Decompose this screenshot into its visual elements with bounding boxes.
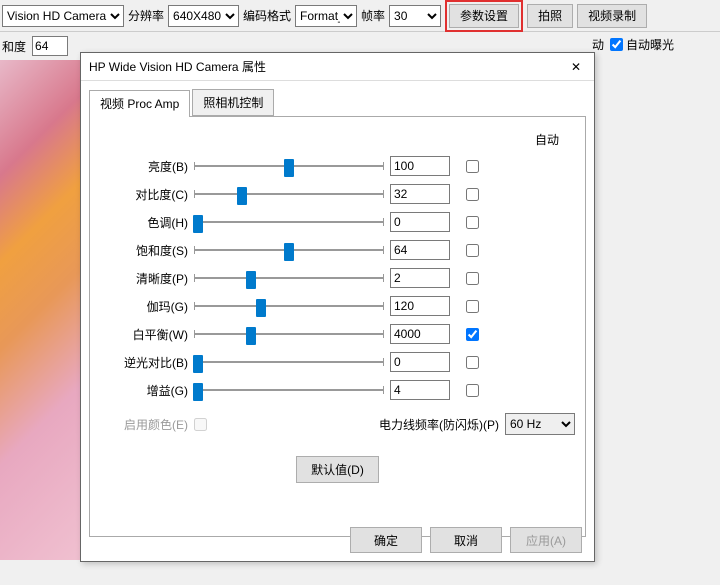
property-auto-checkbox[interactable] — [466, 300, 479, 313]
property-auto-checkbox[interactable] — [466, 244, 479, 257]
property-slider[interactable] — [194, 381, 384, 399]
property-slider[interactable] — [194, 325, 384, 343]
defaults-button[interactable]: 默认值(D) — [296, 456, 379, 483]
cancel-button[interactable]: 取消 — [430, 527, 502, 553]
property-auto-checkbox[interactable] — [466, 328, 479, 341]
property-value-input[interactable] — [390, 296, 450, 316]
tab-camera-control[interactable]: 照相机控制 — [192, 89, 274, 116]
fps-label: 帧率 — [361, 7, 385, 24]
property-auto-checkbox[interactable] — [466, 384, 479, 397]
property-label: 色调(H) — [100, 214, 188, 231]
saturation-input[interactable] — [32, 36, 68, 56]
property-label: 白平衡(W) — [100, 326, 188, 343]
tab-panel: 自动 亮度(B) 对比度(C) 色调(H) 饱和度(S) 清晰度(P) 伽玛(G) 白平衡(… — [89, 117, 586, 537]
settings-highlight: 参数设置 — [445, 0, 523, 32]
property-value-input[interactable] — [390, 184, 450, 204]
property-slider[interactable] — [194, 269, 384, 287]
property-label: 逆光对比(B) — [100, 354, 188, 371]
top-toolbar: Vision HD Camera 分辨率 640X480 编码格式 Format… — [0, 0, 720, 32]
property-value-input[interactable] — [390, 352, 450, 372]
property-row: 增益(G) — [100, 376, 575, 404]
right-toolbar: 动 自动曝光 — [592, 36, 716, 53]
record-button[interactable]: 视频录制 — [577, 4, 647, 28]
property-slider[interactable] — [194, 241, 384, 259]
saturation-label: 和度 — [2, 38, 26, 55]
property-row: 饱和度(S) — [100, 236, 575, 264]
dialog-title: HP Wide Vision HD Camera 属性 — [89, 58, 266, 75]
property-auto-checkbox[interactable] — [466, 272, 479, 285]
property-label: 亮度(B) — [100, 158, 188, 175]
encode-label: 编码格式 — [243, 7, 291, 24]
property-row: 逆光对比(B) — [100, 348, 575, 376]
auto-column-header: 自动 — [100, 131, 575, 148]
property-row: 色调(H) — [100, 208, 575, 236]
property-slider[interactable] — [194, 353, 384, 371]
shoot-button[interactable]: 拍照 — [527, 4, 573, 28]
property-value-input[interactable] — [390, 212, 450, 232]
enable-color-checkbox — [194, 418, 207, 431]
property-row: 亮度(B) — [100, 152, 575, 180]
apply-button[interactable]: 应用(A) — [510, 527, 582, 553]
auto-exposure-checkbox[interactable]: 自动曝光 — [610, 36, 674, 53]
property-label: 清晰度(P) — [100, 270, 188, 287]
encode-select[interactable]: Format_ — [295, 5, 357, 27]
camera-select[interactable]: Vision HD Camera — [2, 5, 124, 27]
camera-preview — [0, 60, 80, 560]
tab-strip: 视频 Proc Amp 照相机控制 — [89, 89, 586, 117]
auto-label-fragment: 动 — [592, 36, 604, 53]
property-label: 增益(G) — [100, 382, 188, 399]
fps-select[interactable]: 30 — [389, 5, 441, 27]
property-label: 伽玛(G) — [100, 298, 188, 315]
property-row: 对比度(C) — [100, 180, 575, 208]
property-auto-checkbox[interactable] — [466, 216, 479, 229]
tab-video-proc-amp[interactable]: 视频 Proc Amp — [89, 90, 190, 117]
settings-button[interactable]: 参数设置 — [449, 4, 519, 28]
auto-exposure-input[interactable] — [610, 38, 623, 51]
property-slider[interactable] — [194, 185, 384, 203]
property-auto-checkbox[interactable] — [466, 188, 479, 201]
close-icon[interactable]: ✕ — [566, 60, 586, 74]
property-slider[interactable] — [194, 157, 384, 175]
dialog-footer: 确定 取消 应用(A) — [350, 527, 582, 553]
property-label: 对比度(C) — [100, 186, 188, 203]
dialog-titlebar: HP Wide Vision HD Camera 属性 ✕ — [81, 53, 594, 81]
property-value-input[interactable] — [390, 156, 450, 176]
property-auto-checkbox[interactable] — [466, 356, 479, 369]
power-line-freq-select[interactable]: 60 Hz — [505, 413, 575, 435]
property-value-input[interactable] — [390, 240, 450, 260]
property-row: 白平衡(W) — [100, 320, 575, 348]
properties-dialog: HP Wide Vision HD Camera 属性 ✕ 视频 Proc Am… — [80, 52, 595, 562]
property-auto-checkbox[interactable] — [466, 160, 479, 173]
enable-color-label: 启用颜色(E) — [100, 416, 188, 433]
property-slider[interactable] — [194, 297, 384, 315]
property-row: 伽玛(G) — [100, 292, 575, 320]
property-slider[interactable] — [194, 213, 384, 231]
property-label: 饱和度(S) — [100, 242, 188, 259]
resolution-label: 分辨率 — [128, 7, 164, 24]
power-line-freq-label: 电力线频率(防闪烁)(P) — [379, 416, 499, 433]
property-value-input[interactable] — [390, 380, 450, 400]
resolution-select[interactable]: 640X480 — [168, 5, 239, 27]
ok-button[interactable]: 确定 — [350, 527, 422, 553]
property-row: 清晰度(P) — [100, 264, 575, 292]
property-value-input[interactable] — [390, 268, 450, 288]
auto-exposure-text: 自动曝光 — [626, 36, 674, 53]
property-value-input[interactable] — [390, 324, 450, 344]
